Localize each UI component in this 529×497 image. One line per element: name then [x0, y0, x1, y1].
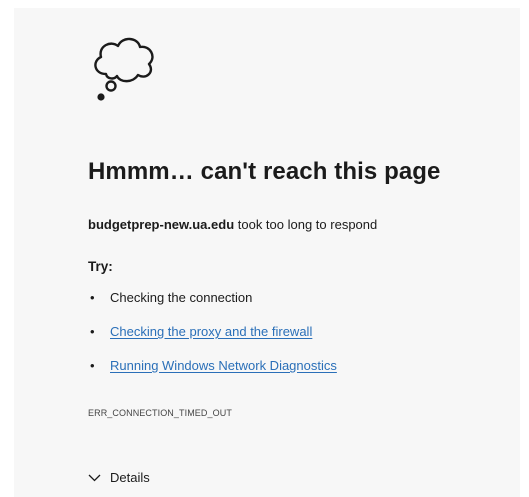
details-label: Details — [110, 470, 150, 485]
bullet: • — [90, 290, 95, 305]
suggestion-check-connection: Checking the connection — [110, 290, 253, 305]
reason-text: took too long to respond — [234, 217, 378, 232]
error-page: Hmmm… can't reach this page budgetprep-n… — [14, 8, 520, 497]
bullet: • — [90, 324, 95, 339]
proxy-firewall-link[interactable]: Checking the proxy and the firewall — [110, 324, 312, 339]
try-label: Try: — [88, 259, 113, 274]
host-name: budgetprep-new.ua.edu — [88, 217, 235, 232]
details-toggle[interactable]: Details — [88, 470, 150, 485]
thought-cloud-icon — [94, 37, 154, 101]
list-item: • Checking the connection — [88, 290, 337, 324]
network-diagnostics-link[interactable]: Running Windows Network Diagnostics — [110, 358, 337, 373]
suggestion-list: • Checking the connection • Checking the… — [88, 290, 337, 392]
page-title: Hmmm… can't reach this page — [88, 158, 441, 185]
list-item: • Checking the proxy and the firewall — [88, 324, 337, 358]
bullet: • — [90, 358, 95, 373]
chevron-down-icon — [88, 474, 101, 481]
error-code: ERR_CONNECTION_TIMED_OUT — [88, 408, 232, 418]
error-reason: budgetprep-new.ua.edu took too long to r… — [88, 217, 377, 232]
list-item: • Running Windows Network Diagnostics — [88, 358, 337, 392]
